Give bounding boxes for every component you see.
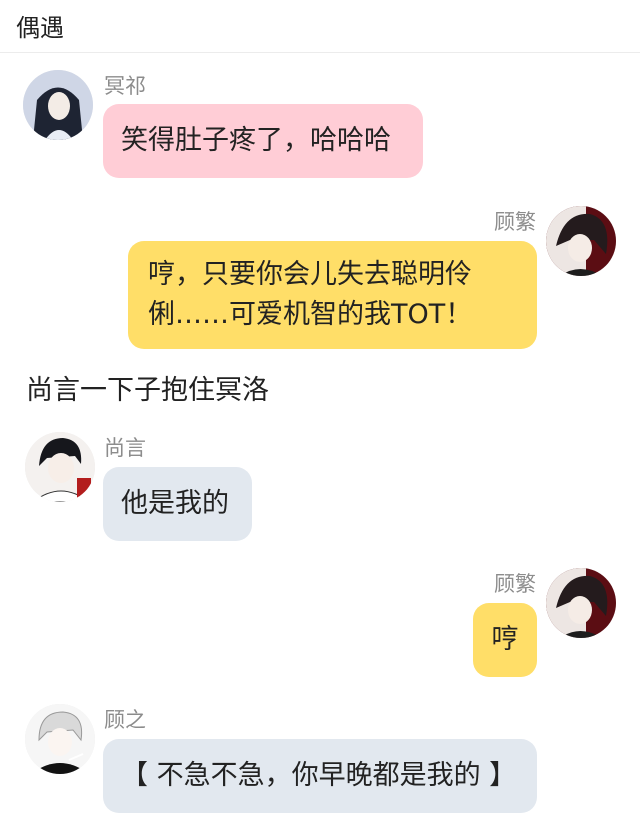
avatar[interactable] — [546, 206, 616, 276]
sender-name: 顾繁 — [494, 572, 536, 596]
narration-text: 尚言一下子抱住冥洛 — [26, 375, 269, 406]
avatar-black-hair-icon — [25, 432, 95, 502]
avatar-long-hair-icon — [23, 70, 93, 140]
sender-name: 尚言 — [104, 436, 146, 460]
avatar[interactable] — [25, 432, 95, 502]
chat-bubble: 哼，只要你会儿失去聪明伶俐……可爱机智的我TOT！ — [128, 241, 537, 349]
avatar[interactable] — [23, 70, 93, 140]
sender-name: 顾繁 — [494, 210, 536, 234]
avatar-white-hair-icon — [25, 704, 95, 774]
chat-bubble: 【 不急不急，你早晚都是我的 】 — [103, 739, 537, 813]
avatar-dark-hair-red-icon — [546, 568, 616, 638]
chat-bubble: 哼 — [473, 603, 537, 677]
avatar[interactable] — [546, 568, 616, 638]
chat-bubble: 他是我的 — [103, 467, 252, 541]
avatar-dark-hair-red-icon — [546, 206, 616, 276]
sender-name: 冥祁 — [104, 74, 146, 98]
avatar[interactable] — [25, 704, 95, 774]
app-header: 偶遇 — [0, 0, 640, 53]
sender-name: 顾之 — [104, 708, 146, 732]
page-title: 偶遇 — [16, 14, 64, 42]
chat-bubble: 笑得肚子疼了，哈哈哈 — [103, 104, 423, 178]
